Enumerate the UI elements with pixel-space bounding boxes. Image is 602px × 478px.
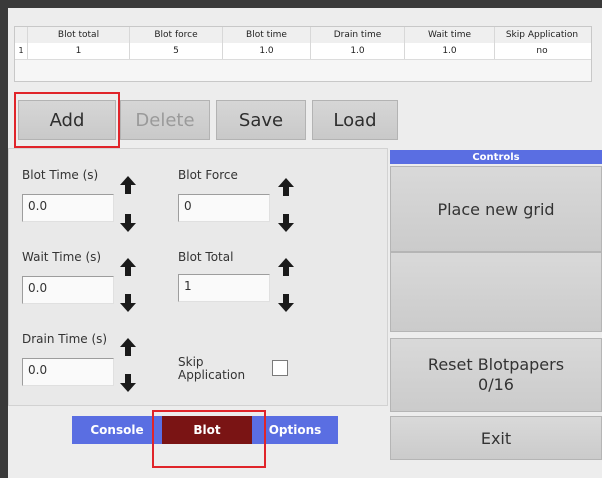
skip-application-label: Skip Application (178, 356, 245, 382)
skip-application-checkbox[interactable] (272, 360, 288, 376)
blot-settings-table: Blot total Blot force Blot time Drain ti… (14, 26, 592, 82)
drain-time-field[interactable]: 0.0 (22, 358, 114, 386)
place-new-grid-label: Place new grid (437, 199, 555, 219)
table-header-row: Blot total Blot force Blot time Drain ti… (15, 27, 591, 44)
wait-time-label: Wait Time (s) (22, 250, 102, 264)
table-header-cell: Blot total (28, 27, 130, 43)
table-row[interactable]: 1 1 5 1.0 1.0 1.0 no (15, 43, 591, 60)
blot-total-down-arrow-icon[interactable] (278, 294, 294, 312)
blot-time-down-arrow-icon[interactable] (120, 214, 136, 232)
drain-time-up-arrow-icon[interactable] (120, 338, 136, 356)
reset-blotpapers-button[interactable]: Reset Blotpapers 0/16 (390, 338, 602, 412)
drain-time-label: Drain Time (s) (22, 332, 108, 346)
blank-control-button[interactable] (390, 252, 602, 332)
table-header-cell: Drain time (311, 27, 405, 43)
skip-application-label-line2: Application (178, 368, 246, 382)
delete-button[interactable]: Delete (120, 100, 210, 140)
blot-force-down-arrow-icon[interactable] (278, 214, 294, 232)
blot-time-field[interactable]: 0.0 (22, 194, 114, 222)
tab-console[interactable]: Console (72, 416, 162, 444)
exit-label: Exit (480, 428, 512, 448)
table-cell: 1.0 (223, 43, 311, 59)
table-cell: 1 (28, 43, 130, 59)
exit-button[interactable]: Exit (390, 416, 602, 460)
place-new-grid-button[interactable]: Place new grid (390, 166, 602, 252)
table-cell: 1.0 (311, 43, 405, 59)
blot-time-up-arrow-icon[interactable] (120, 176, 136, 194)
add-button[interactable]: Add (18, 100, 116, 140)
wait-time-down-arrow-icon[interactable] (120, 294, 136, 312)
blot-force-up-arrow-icon[interactable] (278, 178, 294, 196)
save-button[interactable]: Save (216, 100, 306, 140)
table-header-cell: Blot time (223, 27, 311, 43)
blot-total-field[interactable]: 1 (178, 274, 270, 302)
table-header-cell: Skip Application (505, 30, 579, 40)
blot-total-up-arrow-icon[interactable] (278, 258, 294, 276)
tab-blot[interactable]: Blot (162, 416, 252, 444)
blot-force-field[interactable]: 0 (178, 194, 270, 222)
reset-blotpapers-label: Reset Blotpapers (427, 355, 565, 374)
tab-options[interactable]: Options (252, 416, 338, 444)
controls-header: Controls (390, 150, 602, 164)
wait-time-up-arrow-icon[interactable] (120, 258, 136, 276)
table-row-index: 1 (15, 43, 28, 59)
blotpapers-count: 0/16 (478, 375, 514, 394)
table-cell: 5 (130, 43, 223, 59)
blot-total-label: Blot Total (178, 250, 234, 264)
table-header-index (15, 27, 28, 43)
table-cell: 1.0 (405, 43, 495, 59)
wait-time-field[interactable]: 0.0 (22, 276, 114, 304)
blot-force-label: Blot Force (178, 168, 238, 182)
load-button[interactable]: Load (312, 100, 398, 140)
table-cell: no (536, 46, 548, 56)
table-header-cell: Blot force (130, 27, 223, 43)
blot-time-label: Blot Time (s) (22, 168, 99, 182)
table-header-cell: Wait time (405, 27, 495, 43)
drain-time-down-arrow-icon[interactable] (120, 374, 136, 392)
